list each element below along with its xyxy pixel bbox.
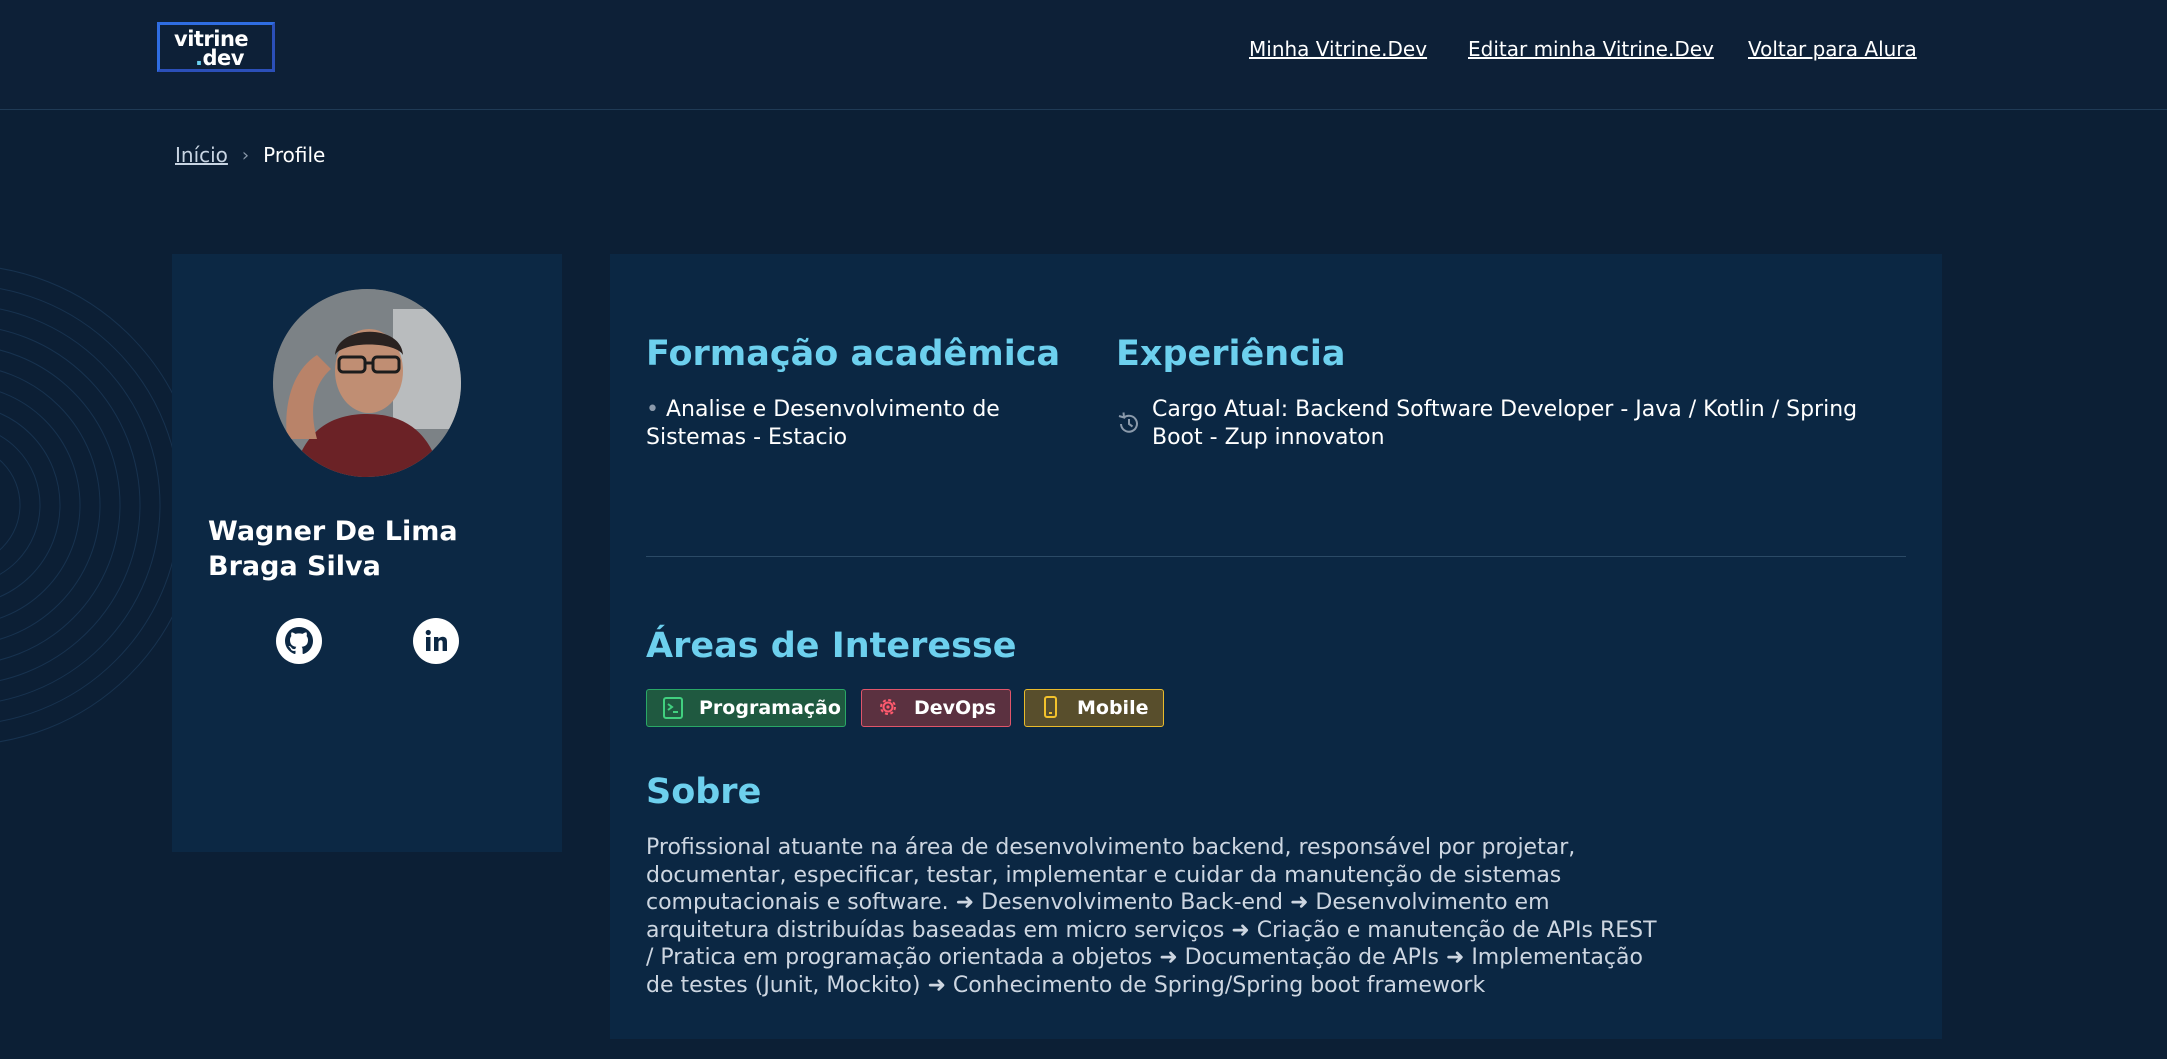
breadcrumb-separator: › — [241, 144, 250, 166]
tag-devops: DevOps — [861, 689, 1011, 727]
tag-devops-label: DevOps — [914, 697, 997, 719]
section-divider — [646, 556, 1906, 557]
interests-title: Áreas de Interesse — [646, 626, 1017, 666]
nav-link-minha-vitrine[interactable]: Minha Vitrine.Dev — [1249, 37, 1427, 61]
breadcrumb-home-link[interactable]: Início — [175, 143, 228, 167]
experience-item: Cargo Atual: Backend Software Developer … — [1152, 397, 1858, 450]
tag-programacao: Programação — [646, 689, 846, 727]
education-item: • Analise e Desenvolvimento de Sistemas … — [646, 396, 1046, 452]
tag-programacao-label: Programação — [699, 697, 841, 719]
profile-card: Wagner De Lima Braga Silva — [172, 254, 562, 852]
nav-link-voltar-alura[interactable]: Voltar para Alura — [1748, 37, 1917, 61]
avatar-photo-illustration — [273, 289, 461, 477]
tag-mobile-label: Mobile — [1077, 697, 1149, 719]
about-text: Profissional atuante na área de desenvol… — [646, 835, 1657, 998]
github-icon[interactable] — [276, 618, 322, 664]
logo-text-dev: dev — [202, 46, 244, 70]
profile-name: Wagner De Lima Braga Silva — [208, 516, 458, 582]
top-navbar: vitrine .dev Minha Vitrine.Dev Editar mi… — [0, 0, 2167, 110]
experience-title: Experiência — [1116, 334, 1346, 374]
education-bullet: • — [646, 397, 659, 422]
profile-avatar — [273, 289, 461, 477]
linkedin-icon[interactable] — [413, 618, 459, 664]
history-icon — [1116, 411, 1142, 437]
education-title: Formação acadêmica — [646, 334, 1061, 374]
vitrine-dev-logo[interactable]: vitrine .dev — [157, 22, 275, 72]
nav-link-editar-vitrine[interactable]: Editar minha Vitrine.Dev — [1468, 37, 1714, 61]
breadcrumb-current: Profile — [263, 143, 326, 167]
profile-details-card: Formação acadêmica • Analise e Desenvolv… — [610, 254, 1942, 1039]
logo-text-line2: .dev — [195, 48, 244, 69]
linkedin-icon-glyph — [425, 629, 447, 651]
gear-icon — [876, 695, 902, 721]
tag-mobile: Mobile — [1024, 689, 1164, 727]
education-item-text: Analise e Desenvolvimento de Sistemas - … — [646, 397, 1000, 450]
github-icon-glyph — [285, 627, 313, 655]
terminal-icon — [661, 695, 687, 721]
about-title: Sobre — [646, 772, 762, 812]
breadcrumb: Início › Profile — [175, 142, 325, 168]
smartphone-icon — [1039, 695, 1065, 721]
